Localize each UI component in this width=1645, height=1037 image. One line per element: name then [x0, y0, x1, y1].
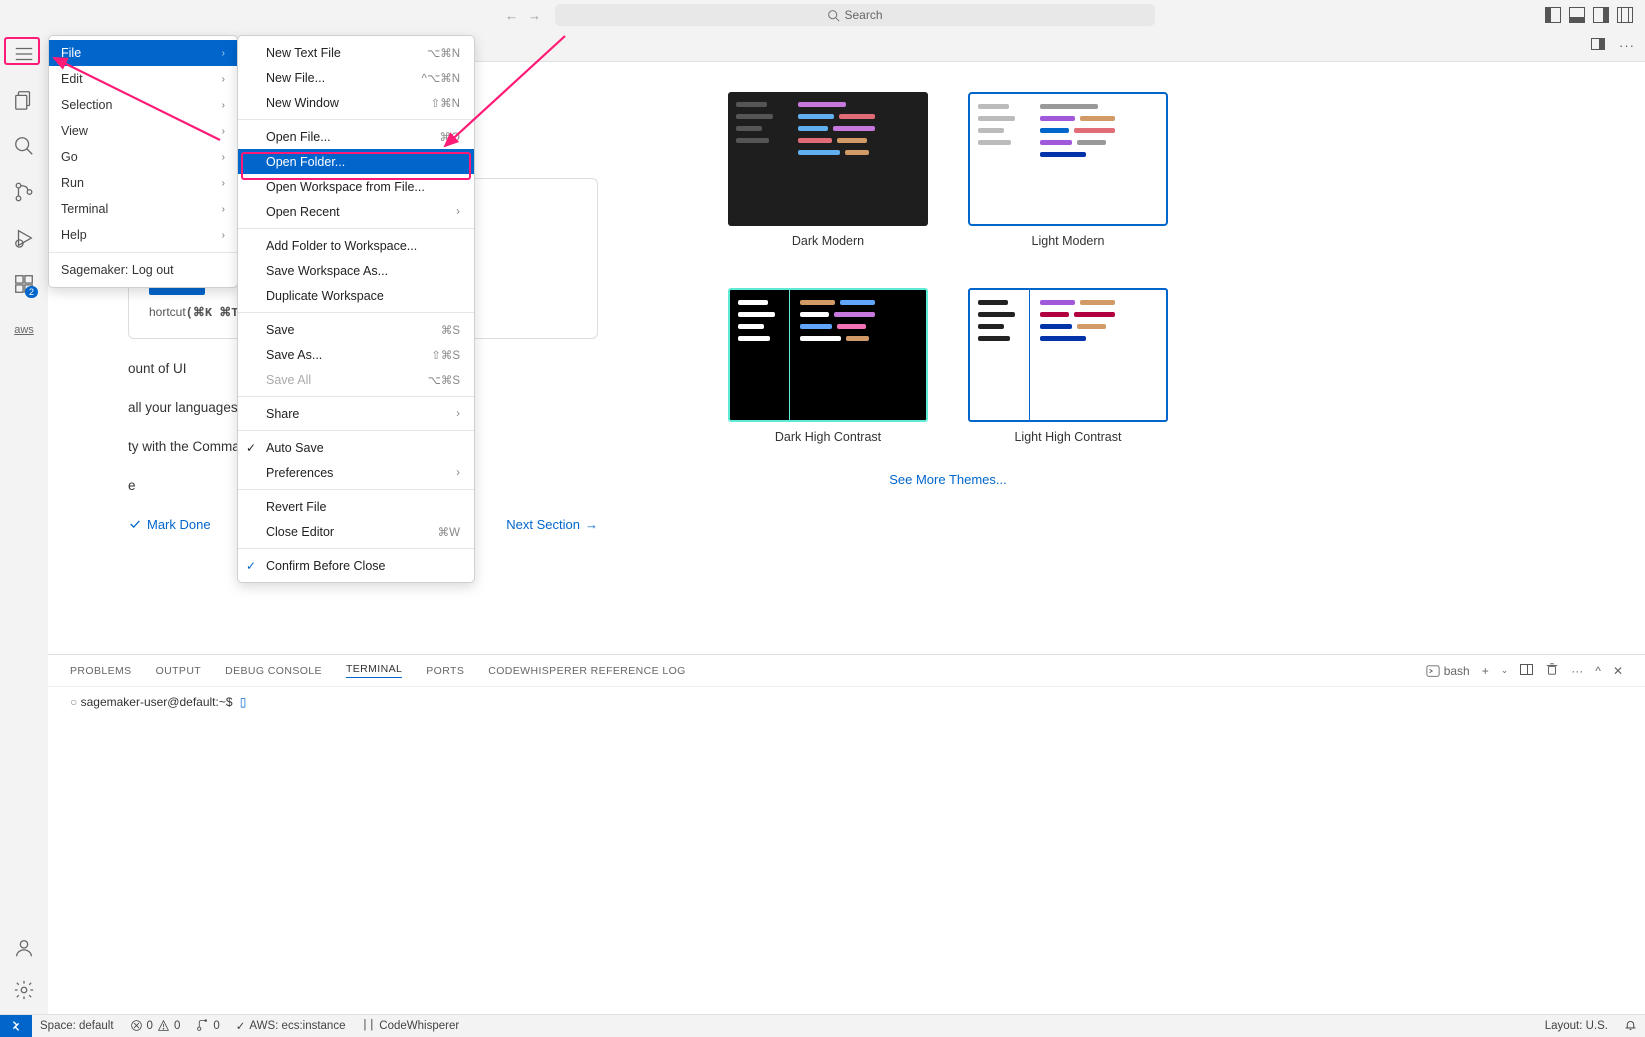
see-more-themes-link[interactable]: See More Themes... — [889, 472, 1007, 487]
explorer-icon[interactable] — [12, 88, 36, 112]
remote-button[interactable] — [0, 1015, 32, 1037]
toggle-secondary-sidebar-icon[interactable] — [1593, 7, 1609, 23]
panel-tab-problems[interactable]: PROBLEMS — [70, 665, 132, 677]
file-close-editor[interactable]: Close Editor⌘W — [238, 519, 474, 544]
file-new-text-file[interactable]: New Text File⌥⌘N — [238, 40, 474, 65]
file-open-file[interactable]: Open File...⌘O — [238, 124, 474, 149]
terminal-body[interactable]: ○ sagemaker-user@default:~$ ▯ — [48, 687, 1645, 1014]
file-duplicate-workspace[interactable]: Duplicate Workspace — [238, 283, 474, 308]
panel-tabs: PROBLEMS OUTPUT DEBUG CONSOLE TERMINAL P… — [48, 655, 1645, 687]
status-codewhisperer[interactable]: || CodeWhisperer — [353, 1015, 467, 1036]
menu-help[interactable]: Help› — [49, 222, 237, 248]
file-add-folder[interactable]: Add Folder to Workspace... — [238, 233, 474, 258]
status-space[interactable]: Space: default — [32, 1015, 122, 1036]
split-terminal-icon[interactable] — [1520, 664, 1533, 678]
panel-more-icon[interactable]: ··· — [1571, 664, 1583, 678]
file-save-workspace[interactable]: Save Workspace As... — [238, 258, 474, 283]
file-save-all: Save All⌥⌘S — [238, 367, 474, 392]
file-new-window[interactable]: New Window⇧⌘N — [238, 90, 474, 115]
nav-arrows: ← → — [505, 8, 541, 23]
file-submenu: New Text File⌥⌘N New File...^⌥⌘N New Win… — [237, 35, 475, 583]
activity-bar: 2 aws — [0, 30, 48, 1014]
file-preferences[interactable]: Preferences› — [238, 460, 474, 485]
status-aws[interactable]: ✓ AWS: ecs:instance — [228, 1015, 354, 1036]
file-auto-save[interactable]: ✓Auto Save — [238, 435, 474, 460]
menu-selection[interactable]: Selection› — [49, 92, 237, 118]
status-layout[interactable]: Layout: U.S. — [1537, 1020, 1616, 1032]
file-open-workspace[interactable]: Open Workspace from File... — [238, 174, 474, 199]
file-revert[interactable]: Revert File — [238, 494, 474, 519]
layout-controls — [1545, 7, 1633, 23]
customize-layout-icon[interactable] — [1617, 7, 1633, 23]
theme-previews: Dark Modern — [728, 92, 1168, 487]
file-new-file[interactable]: New File...^⌥⌘N — [238, 65, 474, 90]
search-icon[interactable] — [12, 134, 36, 158]
file-save-as[interactable]: Save As...⇧⌘S — [238, 342, 474, 367]
menu-edit[interactable]: Edit› — [49, 66, 237, 92]
nav-forward-icon[interactable]: → — [528, 8, 541, 23]
theme-light-modern[interactable]: Light Modern — [968, 92, 1168, 248]
command-center-search[interactable]: Search — [555, 4, 1155, 26]
bottom-panel: PROBLEMS OUTPUT DEBUG CONSOLE TERMINAL P… — [48, 654, 1645, 1014]
search-placeholder: Search — [844, 8, 882, 22]
toggle-panel-icon[interactable] — [1569, 7, 1585, 23]
menu-terminal[interactable]: Terminal› — [49, 196, 237, 222]
file-save[interactable]: Save⌘S — [238, 317, 474, 342]
settings-gear-icon[interactable] — [12, 978, 36, 1002]
toggle-primary-sidebar-icon[interactable] — [1545, 7, 1561, 23]
search-icon — [827, 9, 840, 22]
close-panel-icon[interactable]: ✕ — [1613, 664, 1623, 678]
mark-done-link[interactable]: Mark Done — [128, 517, 211, 532]
title-bar: ← → Search — [0, 0, 1645, 30]
terminal-shell-icon[interactable]: bash — [1426, 664, 1470, 678]
theme-light-high-contrast[interactable]: Light High Contrast — [968, 288, 1168, 444]
menu-view[interactable]: View› — [49, 118, 237, 144]
nav-back-icon[interactable]: ← — [505, 8, 518, 23]
aws-icon[interactable]: aws — [12, 318, 36, 342]
accounts-icon[interactable] — [12, 936, 36, 960]
menu-hamburger-icon[interactable] — [12, 42, 36, 66]
panel-tab-debug-console[interactable]: DEBUG CONSOLE — [225, 665, 322, 677]
file-open-folder[interactable]: Open Folder... — [238, 149, 474, 174]
status-problems[interactable]: 0 0 — [122, 1015, 189, 1036]
new-terminal-icon[interactable]: + — [1482, 664, 1489, 678]
menu-file[interactable]: File› — [49, 40, 237, 66]
source-control-icon[interactable] — [12, 180, 36, 204]
maximize-panel-icon[interactable]: ^ — [1595, 664, 1601, 678]
terminal-dropdown-icon[interactable]: ⌄ — [1501, 665, 1509, 676]
panel-tab-terminal[interactable]: TERMINAL — [346, 663, 402, 678]
file-confirm-before-close[interactable]: ✓Confirm Before Close — [238, 553, 474, 578]
extensions-badge: 2 — [25, 286, 38, 298]
menu-go[interactable]: Go› — [49, 144, 237, 170]
run-debug-icon[interactable] — [12, 226, 36, 250]
status-bar: Space: default 0 0 0 ✓ AWS: ecs:instance… — [0, 1014, 1645, 1036]
file-open-recent[interactable]: Open Recent› — [238, 199, 474, 224]
menu-sagemaker-logout[interactable]: Sagemaker: Log out — [49, 257, 237, 283]
panel-tab-output[interactable]: OUTPUT — [156, 665, 202, 677]
status-ports[interactable]: 0 — [188, 1015, 227, 1036]
extensions-icon[interactable]: 2 — [12, 272, 36, 296]
app-menu: File› Edit› Selection› View› Go› Run› Te… — [48, 35, 238, 288]
more-actions-icon[interactable]: ··· — [1619, 38, 1635, 53]
next-section-link[interactable]: Next Section → — [506, 517, 598, 532]
panel-tab-ports[interactable]: PORTS — [426, 665, 464, 677]
theme-dark-high-contrast[interactable]: Dark High Contrast — [728, 288, 928, 444]
menu-run[interactable]: Run› — [49, 170, 237, 196]
panel-tab-codewhisperer[interactable]: CODEWHISPERER REFERENCE LOG — [488, 665, 686, 677]
status-bell-icon[interactable] — [1616, 1019, 1645, 1032]
file-share[interactable]: Share› — [238, 401, 474, 426]
theme-dark-modern[interactable]: Dark Modern — [728, 92, 928, 248]
kill-terminal-icon[interactable] — [1545, 662, 1559, 679]
split-editor-icon[interactable] — [1591, 38, 1605, 53]
